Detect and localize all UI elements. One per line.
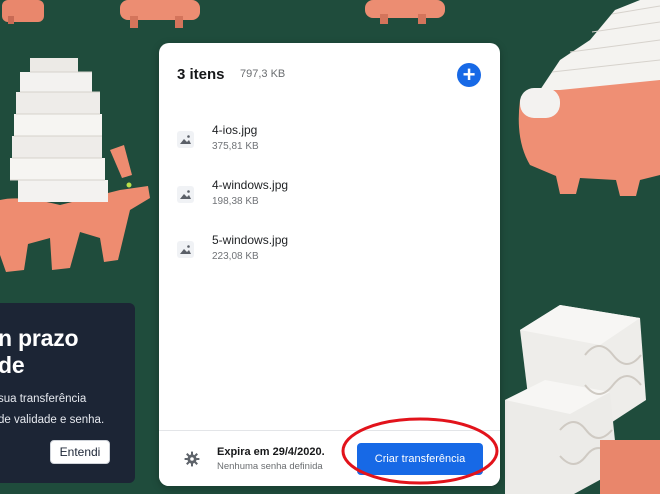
- got-it-button[interactable]: Entendi: [50, 440, 110, 464]
- password-status: Nenhuma senha definida: [217, 461, 323, 472]
- top-right-creature: [365, 0, 445, 24]
- total-size: 797,3 KB: [240, 68, 286, 80]
- left-llama: [0, 58, 150, 272]
- highlight-ring: [341, 417, 499, 485]
- file-name: 4-windows.jpg: [212, 178, 289, 192]
- file-name: 5-windows.jpg: [212, 233, 289, 247]
- image-file-icon: [177, 241, 194, 258]
- right-creature: [518, 0, 660, 196]
- file-item[interactable]: 5-windows.jpg 223,08 KB: [177, 233, 477, 273]
- gear-icon[interactable]: [184, 451, 200, 467]
- top-left-creature: [2, 0, 44, 24]
- tooltip-body-line2: de validade e senha.: [0, 414, 105, 426]
- info-tooltip: n prazo de sua transferência de validade…: [0, 303, 135, 483]
- tooltip-title-line1: n prazo: [0, 325, 79, 351]
- tooltip-title-line2: de: [0, 352, 25, 378]
- plus-icon: +: [462, 62, 476, 87]
- bottom-right-blocks: [505, 305, 660, 494]
- image-file-icon: [177, 131, 194, 148]
- file-size: 198,38 KB: [212, 196, 259, 207]
- file-item[interactable]: 4-ios.jpg 375,81 KB: [177, 123, 477, 163]
- tooltip-title: n prazo de: [0, 325, 138, 379]
- tooltip-body-line1: sua transferência: [0, 393, 87, 405]
- file-item[interactable]: 4-windows.jpg 198,38 KB: [177, 178, 477, 218]
- file-name: 4-ios.jpg: [212, 123, 258, 137]
- tooltip-body: sua transferência de validade e senha.: [0, 389, 138, 431]
- file-size: 375,81 KB: [212, 141, 259, 152]
- add-files-button[interactable]: +: [457, 63, 481, 87]
- expiry-date: Expira em 29/4/2020.: [217, 446, 325, 458]
- image-file-icon: [177, 186, 194, 203]
- top-center-creature: [120, 0, 200, 28]
- item-count: 3 itens: [177, 66, 225, 83]
- file-size: 223,08 KB: [212, 251, 259, 262]
